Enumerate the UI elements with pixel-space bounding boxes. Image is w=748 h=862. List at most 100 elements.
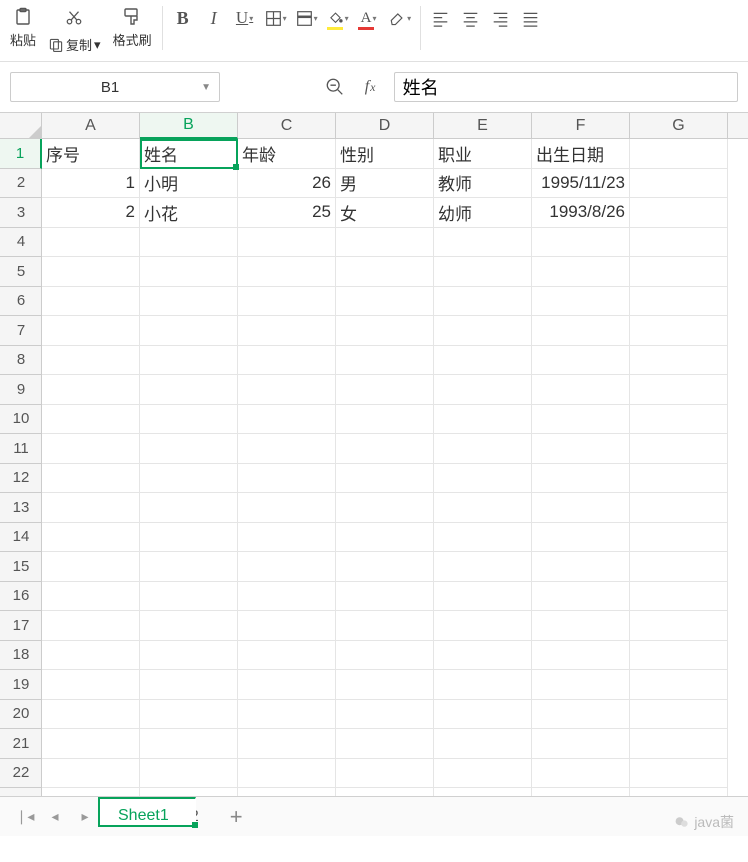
cell[interactable] bbox=[42, 375, 140, 405]
align-left-button[interactable] bbox=[427, 4, 455, 32]
cell[interactable] bbox=[336, 434, 434, 464]
cell[interactable] bbox=[42, 228, 140, 258]
cell[interactable] bbox=[532, 670, 630, 700]
cell[interactable]: 男 bbox=[336, 169, 434, 199]
cell[interactable] bbox=[238, 670, 336, 700]
row-header-17[interactable]: 17 bbox=[0, 611, 42, 641]
cell[interactable] bbox=[532, 464, 630, 494]
cell[interactable] bbox=[238, 552, 336, 582]
cell[interactable] bbox=[140, 228, 238, 258]
cell[interactable] bbox=[630, 169, 728, 199]
tab-nav-last[interactable]: ▸❘ bbox=[100, 802, 130, 832]
cell[interactable] bbox=[434, 759, 532, 789]
cell[interactable] bbox=[434, 375, 532, 405]
cell[interactable] bbox=[434, 405, 532, 435]
row-header-1[interactable]: 1 bbox=[0, 139, 42, 169]
cell[interactable] bbox=[140, 493, 238, 523]
cell[interactable] bbox=[532, 228, 630, 258]
cell[interactable] bbox=[336, 729, 434, 759]
cell[interactable] bbox=[630, 464, 728, 494]
cell[interactable]: 1995/11/23 bbox=[532, 169, 630, 199]
column-header-F[interactable]: F bbox=[532, 113, 630, 139]
cell[interactable] bbox=[336, 700, 434, 730]
cell[interactable] bbox=[630, 257, 728, 287]
cell[interactable] bbox=[630, 759, 728, 789]
italic-button[interactable]: I bbox=[200, 4, 228, 32]
cell[interactable] bbox=[532, 346, 630, 376]
cell[interactable] bbox=[532, 552, 630, 582]
cell[interactable] bbox=[140, 316, 238, 346]
cell[interactable] bbox=[532, 316, 630, 346]
cell[interactable] bbox=[434, 611, 532, 641]
cell[interactable] bbox=[532, 759, 630, 789]
zoom-out-button[interactable] bbox=[322, 74, 348, 100]
row-header-18[interactable]: 18 bbox=[0, 641, 42, 671]
cut-button[interactable] bbox=[60, 4, 88, 32]
row-header-7[interactable]: 7 bbox=[0, 316, 42, 346]
cell[interactable] bbox=[532, 611, 630, 641]
cell[interactable] bbox=[140, 611, 238, 641]
cell[interactable] bbox=[42, 316, 140, 346]
cell[interactable] bbox=[630, 316, 728, 346]
cell[interactable] bbox=[434, 700, 532, 730]
cell[interactable] bbox=[336, 582, 434, 612]
cell[interactable] bbox=[630, 611, 728, 641]
cell[interactable] bbox=[336, 405, 434, 435]
borders-button[interactable]: ▾ bbox=[262, 4, 290, 32]
align-right-button[interactable] bbox=[487, 4, 515, 32]
cell[interactable] bbox=[238, 257, 336, 287]
cell[interactable] bbox=[532, 405, 630, 435]
cell[interactable] bbox=[630, 582, 728, 612]
cell[interactable]: 姓名 bbox=[140, 139, 238, 169]
cell[interactable] bbox=[238, 316, 336, 346]
cell[interactable] bbox=[532, 582, 630, 612]
cell[interactable] bbox=[630, 198, 728, 228]
column-header-G[interactable]: G bbox=[630, 113, 728, 139]
cell[interactable] bbox=[238, 729, 336, 759]
cell[interactable] bbox=[630, 228, 728, 258]
cell[interactable] bbox=[238, 287, 336, 317]
cell[interactable] bbox=[238, 759, 336, 789]
cell[interactable] bbox=[336, 228, 434, 258]
cell[interactable] bbox=[140, 405, 238, 435]
cell[interactable] bbox=[630, 670, 728, 700]
row-header-20[interactable]: 20 bbox=[0, 700, 42, 730]
cell[interactable] bbox=[336, 316, 434, 346]
cell[interactable] bbox=[630, 700, 728, 730]
column-header-D[interactable]: D bbox=[336, 113, 434, 139]
cell[interactable] bbox=[434, 316, 532, 346]
cell[interactable] bbox=[434, 670, 532, 700]
column-header-B[interactable]: B bbox=[140, 113, 238, 139]
cell[interactable] bbox=[532, 257, 630, 287]
cell[interactable]: 1 bbox=[42, 169, 140, 199]
cell[interactable] bbox=[532, 375, 630, 405]
cell[interactable] bbox=[630, 523, 728, 553]
cell[interactable]: 教师 bbox=[434, 169, 532, 199]
cell[interactable] bbox=[630, 346, 728, 376]
cell[interactable] bbox=[140, 729, 238, 759]
cell[interactable] bbox=[336, 611, 434, 641]
select-all-corner[interactable] bbox=[0, 113, 42, 139]
add-sheet-button[interactable]: + bbox=[218, 804, 255, 830]
cell[interactable] bbox=[238, 641, 336, 671]
cell[interactable] bbox=[42, 287, 140, 317]
cell[interactable] bbox=[434, 287, 532, 317]
cell[interactable]: 幼师 bbox=[434, 198, 532, 228]
row-header-12[interactable]: 12 bbox=[0, 464, 42, 494]
cell[interactable] bbox=[140, 346, 238, 376]
cell[interactable] bbox=[238, 582, 336, 612]
column-header-A[interactable]: A bbox=[42, 113, 140, 139]
cell[interactable] bbox=[238, 700, 336, 730]
row-header-14[interactable]: 14 bbox=[0, 523, 42, 553]
tab-nav-first[interactable]: ❘◂ bbox=[10, 802, 40, 832]
cell[interactable] bbox=[434, 257, 532, 287]
cell[interactable] bbox=[42, 582, 140, 612]
cell[interactable] bbox=[140, 257, 238, 287]
format-painter-button[interactable]: 格式刷 bbox=[109, 4, 156, 51]
cell[interactable] bbox=[336, 641, 434, 671]
font-color-button[interactable]: A ▾ bbox=[355, 4, 383, 32]
row-header-8[interactable]: 8 bbox=[0, 346, 42, 376]
tab-nav-next[interactable]: ▸ bbox=[70, 802, 100, 832]
cell[interactable] bbox=[42, 759, 140, 789]
cell[interactable] bbox=[42, 641, 140, 671]
